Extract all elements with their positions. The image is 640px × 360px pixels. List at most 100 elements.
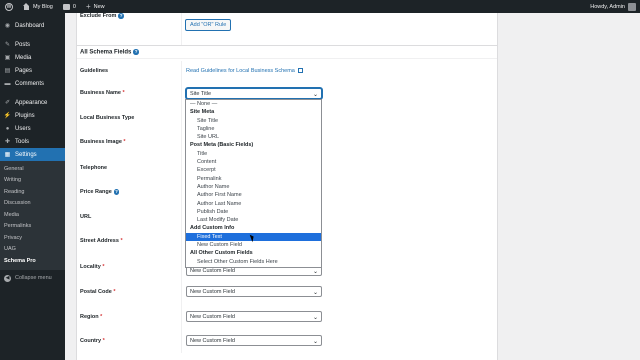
site-name-link[interactable]: My Blog: [18, 0, 58, 13]
dropdown-option[interactable]: Publish Date: [186, 208, 321, 216]
dropdown-option[interactable]: Last Modify Date: [186, 216, 321, 224]
business-name-options-list: — None — Site Meta Site Title Tagline Site U…: [185, 99, 322, 268]
sidebar-item-label: Media: [15, 54, 32, 61]
sidebar-item-users[interactable]: ● Users: [0, 122, 65, 135]
dropdown-option[interactable]: New Custom Field: [186, 241, 321, 249]
help-icon[interactable]: ?: [118, 13, 124, 19]
select-value: Site Title: [190, 90, 212, 97]
dashboard-icon: ◉: [4, 23, 11, 29]
select-value: New Custom Field: [190, 288, 235, 295]
field-row-postal-code: Postal Code * New Custom Field ⌄: [77, 278, 497, 303]
submenu-item-reading[interactable]: Reading: [0, 186, 65, 198]
dropdown-option[interactable]: Author First Name: [186, 191, 321, 199]
option-group-label: Site Meta: [190, 109, 215, 116]
sidebar-item-plugins[interactable]: ⚡ Plugins: [0, 109, 65, 122]
field-row-region: Region * New Custom Field ⌄: [77, 303, 497, 328]
sidebar-item-comments[interactable]: ▬ Comments: [0, 77, 65, 90]
sidebar-item-settings[interactable]: ▦ Settings: [0, 148, 65, 161]
comment-icon: ▬: [4, 80, 11, 87]
comments-count: 0: [72, 3, 76, 10]
collapse-menu-button[interactable]: ◀ Collapse menu: [0, 272, 65, 285]
dropdown-option[interactable]: Content: [186, 158, 321, 166]
dropdown-option[interactable]: Site Title: [186, 117, 321, 125]
plus-icon: +: [85, 1, 91, 11]
avatar: [628, 2, 636, 11]
plug-icon: ⚡: [3, 113, 12, 119]
account-menu[interactable]: Howdy, Admin: [590, 2, 640, 11]
dropdown-option[interactable]: Site URL: [186, 133, 321, 141]
submenu-item-writing[interactable]: Writing: [0, 175, 65, 187]
submenu-item-discussion[interactable]: Discussion: [0, 198, 65, 210]
select-value: New Custom Field: [190, 313, 235, 320]
section-title: All Schema Fields?: [80, 49, 139, 56]
guidelines-link[interactable]: Read Guidelines for Local Business Schem…: [186, 68, 303, 74]
field-label: Region *: [80, 314, 103, 320]
new-label: New: [93, 3, 105, 10]
comment-bubble-icon: [62, 3, 70, 10]
dropdown-option[interactable]: Select Other Custom Fields Here: [186, 258, 321, 266]
dropdown-option[interactable]: Excerpt: [186, 166, 321, 174]
home-icon: [23, 3, 30, 10]
sidebar-item-media[interactable]: ▣ Media: [0, 51, 65, 64]
sidebar-item-label: Pages: [15, 67, 33, 74]
guidelines-label: Guidelines: [80, 68, 109, 74]
field-label: Business Image *: [80, 139, 126, 145]
section-header: All Schema Fields?: [77, 45, 497, 59]
select-value: New Custom Field: [190, 337, 235, 344]
submenu-item-uag[interactable]: UAG: [0, 244, 65, 256]
exclude-from-row: Exclude From? Add "OR" Rule: [77, 13, 497, 45]
settings-submenu: General Writing Reading Discussion Media…: [0, 161, 65, 270]
site-name-label: My Blog: [33, 3, 53, 10]
submenu-item-media[interactable]: Media: [0, 209, 65, 221]
exclude-from-label: Exclude From?: [80, 13, 124, 20]
sidebar-item-tools[interactable]: ✚ Tools: [0, 135, 65, 148]
add-or-rule-button[interactable]: Add "OR" Rule: [185, 19, 232, 31]
sidebar-item-dashboard[interactable]: ◉ Dashboard: [0, 19, 65, 32]
field-label: Street Address *: [80, 238, 123, 244]
comments-link[interactable]: 0: [58, 0, 81, 13]
sidebar-item-label: Settings: [15, 151, 37, 158]
wrench-icon: ✚: [4, 139, 11, 145]
help-icon[interactable]: ?: [113, 189, 120, 195]
wordpress-logo-button[interactable]: W: [0, 0, 18, 13]
option-group-label: All Other Custom Fields: [190, 250, 253, 257]
sidebar-item-label: Posts: [15, 41, 31, 48]
greeting-label: Howdy, Admin: [590, 3, 625, 10]
user-icon: ●: [5, 125, 10, 132]
submenu-item-schema-pro[interactable]: Schema Pro: [0, 255, 65, 267]
dropdown-option[interactable]: Tagline: [186, 125, 321, 133]
dropdown-option[interactable]: Permalink: [186, 175, 321, 183]
admin-sidebar: ◉ Dashboard ✎ Posts ▣ Media ▤ Pages ▬ Co…: [0, 13, 65, 360]
field-label: Country *: [80, 338, 105, 344]
dropdown-option[interactable]: Title: [186, 150, 321, 158]
submenu-item-permalinks[interactable]: Permalinks: [0, 221, 65, 233]
dropdown-option[interactable]: Author Name: [186, 183, 321, 191]
media-icon: ▣: [4, 55, 11, 61]
sidebar-item-pages[interactable]: ▤ Pages: [0, 64, 65, 77]
sidebar-item-posts[interactable]: ✎ Posts: [0, 38, 65, 51]
field-label: Locality *: [80, 264, 105, 270]
sidebar-item-label: Appearance: [15, 99, 48, 106]
field-label: URL: [80, 214, 92, 220]
sidebar-item-appearance[interactable]: ✐ Appearance: [0, 96, 65, 109]
sidebar-item-label: Dashboard: [15, 22, 45, 29]
help-icon[interactable]: ?: [133, 49, 139, 55]
country-select[interactable]: New Custom Field ⌄: [186, 335, 322, 346]
sidebar-item-label: Comments: [15, 80, 45, 87]
postal-code-select[interactable]: New Custom Field ⌄: [186, 286, 322, 297]
sidebar-item-label: Plugins: [15, 112, 35, 119]
submenu-item-general[interactable]: General: [0, 163, 65, 175]
sidebar-item-label: Tools: [15, 138, 30, 145]
collapse-menu-label: Collapse menu: [15, 275, 52, 281]
guidelines-row: Guidelines Read Guidelines for Local Bus…: [77, 61, 497, 81]
business-name-select[interactable]: Site Title ⌄: [186, 88, 322, 99]
chevron-down-icon: ⌄: [312, 315, 318, 321]
collapse-arrow-icon: ◀: [4, 274, 11, 282]
dropdown-option[interactable]: Author Last Name: [186, 200, 321, 208]
submenu-item-privacy[interactable]: Privacy: [0, 232, 65, 244]
page-icon: ▤: [4, 68, 11, 74]
new-content-button[interactable]: + New: [81, 0, 110, 13]
brush-icon: ✐: [4, 100, 11, 106]
dropdown-option[interactable]: — None —: [186, 100, 321, 108]
region-select[interactable]: New Custom Field ⌄: [186, 311, 322, 322]
